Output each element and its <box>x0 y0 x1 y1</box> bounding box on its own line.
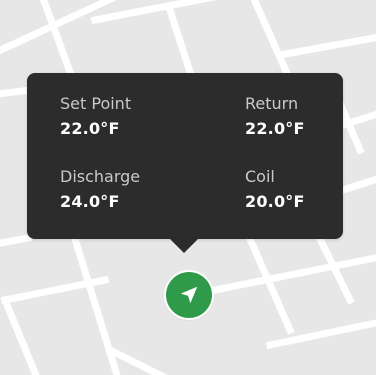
return-value: 22.0°F <box>245 119 305 138</box>
tooltip-caret <box>170 239 198 253</box>
set-point-label: Set Point <box>60 94 132 113</box>
map-view[interactable]: Set Point 22.0°F Return 22.0°F Discharge… <box>0 0 376 375</box>
location-marker[interactable] <box>166 272 212 318</box>
sensor-tooltip: Set Point 22.0°F Return 22.0°F Discharge… <box>27 73 343 253</box>
coil-stat: Coil 20.0°F <box>245 167 305 212</box>
discharge-value: 24.0°F <box>60 192 120 211</box>
navigation-arrow-icon <box>180 286 198 304</box>
set-point-stat: Set Point 22.0°F <box>60 94 131 139</box>
set-point-value: 22.0°F <box>60 119 120 138</box>
return-label: Return <box>245 94 299 113</box>
coil-value: 20.0°F <box>245 192 305 211</box>
coil-label: Coil <box>245 167 275 186</box>
discharge-stat: Discharge 24.0°F <box>60 167 140 212</box>
return-stat: Return 22.0°F <box>245 94 305 139</box>
discharge-label: Discharge <box>60 167 141 186</box>
